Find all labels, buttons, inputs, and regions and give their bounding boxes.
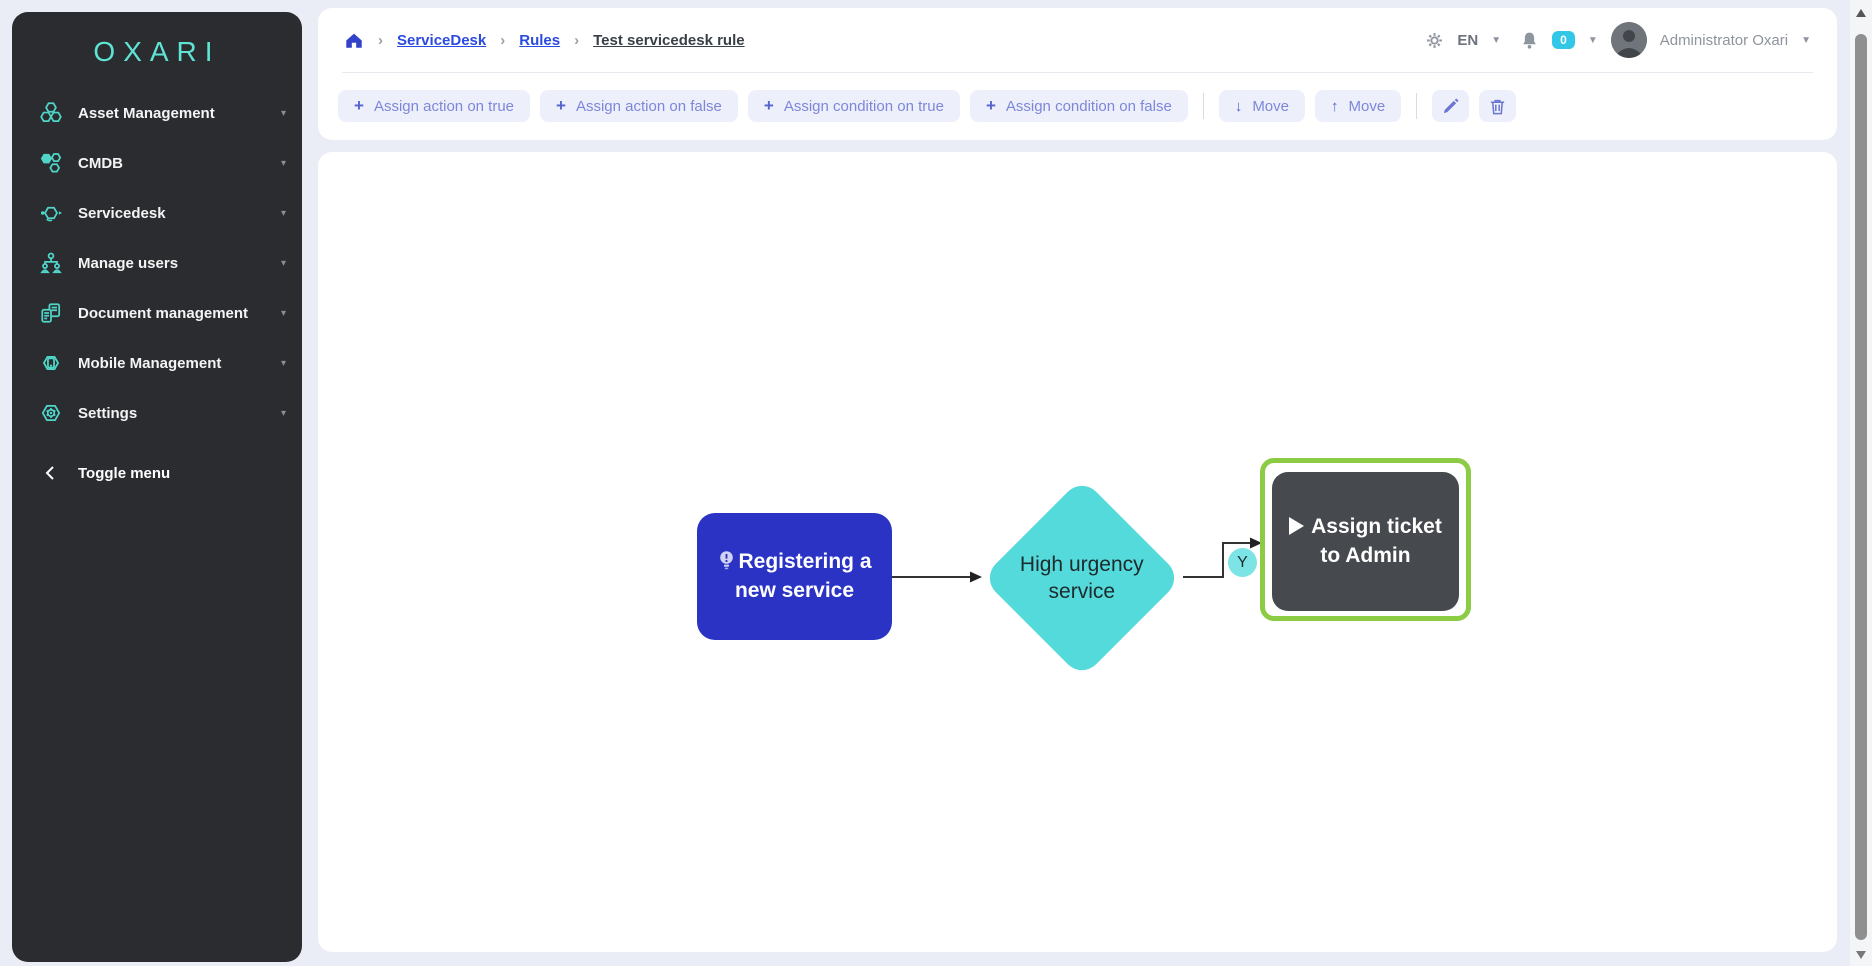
oxari-logo: OXARI	[93, 36, 220, 68]
toggle-menu-button[interactable]: Toggle menu	[12, 448, 302, 498]
bulb-icon	[717, 550, 736, 571]
chevron-down-icon[interactable]: ▼	[1491, 35, 1501, 46]
sidebar-item-document-management[interactable]: Document management ▾	[12, 288, 302, 338]
breadcrumb-current: Test servicedesk rule	[593, 32, 744, 49]
avatar[interactable]	[1611, 22, 1647, 58]
condition-node-label: High urgency service	[1011, 551, 1153, 606]
move-down-button[interactable]: ↓ Move	[1219, 90, 1305, 122]
chevron-down-icon[interactable]: ▼	[1588, 35, 1598, 46]
assign-action-on-false-button[interactable]: + Assign action on false	[540, 90, 738, 122]
home-icon[interactable]	[344, 30, 364, 50]
pencil-icon	[1442, 98, 1459, 115]
sidebar: OXARI Asset Management ▾ CMDB	[12, 12, 302, 962]
notification-count-badge: 0	[1552, 31, 1575, 49]
bell-icon[interactable]	[1520, 31, 1539, 50]
start-node-label: Registering a new service	[735, 550, 872, 601]
plus-icon: +	[556, 96, 566, 116]
chevron-left-icon	[38, 460, 64, 486]
mobile-management-icon	[38, 350, 64, 376]
language-selector[interactable]: EN	[1457, 32, 1478, 49]
chevron-down-icon: ▾	[281, 258, 286, 269]
branch-yes-label: Y	[1228, 548, 1257, 577]
scrollbar-thumb[interactable]	[1855, 34, 1867, 940]
chevron-down-icon[interactable]: ▼	[1801, 35, 1811, 46]
breadcrumb-separator: ›	[574, 32, 579, 49]
chevron-down-icon: ▾	[281, 408, 286, 419]
assign-action-on-true-button[interactable]: + Assign action on true	[338, 90, 530, 122]
chevron-down-icon: ▾	[281, 308, 286, 319]
sidebar-item-cmdb[interactable]: CMDB ▾	[12, 138, 302, 188]
chevron-down-icon: ▾	[281, 208, 286, 219]
sidebar-item-label: Document management	[78, 305, 248, 322]
sidebar-item-settings[interactable]: Settings ▾	[12, 388, 302, 438]
chevron-down-icon: ▾	[281, 358, 286, 369]
toolbar-separator	[1203, 93, 1204, 119]
action-node-label: Assign ticket to Admin	[1311, 515, 1442, 566]
asset-management-icon	[38, 100, 64, 126]
sidebar-item-manage-users[interactable]: Manage users ▾	[12, 238, 302, 288]
vertical-scrollbar[interactable]	[1850, 0, 1872, 966]
sidebar-item-label: Asset Management	[78, 105, 215, 122]
breadcrumb-link-rules[interactable]: Rules	[519, 32, 560, 49]
breadcrumb-link-servicedesk[interactable]: ServiceDesk	[397, 32, 486, 49]
arrow-down-icon: ↓	[1235, 98, 1243, 115]
sidebar-item-label: Manage users	[78, 255, 178, 272]
sidebar-item-label: Servicedesk	[78, 205, 166, 222]
sidebar-item-label: CMDB	[78, 155, 123, 172]
rule-flow-canvas[interactable]: Registering a new service High urgency s…	[318, 152, 1837, 952]
user-name[interactable]: Administrator Oxari	[1660, 32, 1788, 49]
sidebar-item-label: Settings	[78, 405, 137, 422]
play-icon	[1289, 517, 1304, 535]
sidebar-menu: Asset Management ▾ CMDB ▾	[12, 88, 302, 498]
plus-icon: +	[986, 96, 996, 116]
scroll-up-arrow-icon[interactable]	[1856, 9, 1866, 17]
plus-icon: +	[354, 96, 364, 116]
start-node-registering-a-new-service[interactable]: Registering a new service	[697, 513, 892, 640]
edit-button[interactable]	[1432, 90, 1469, 122]
sidebar-item-mobile-management[interactable]: Mobile Management ▾	[12, 338, 302, 388]
header-controls: EN ▼ 0 ▼ Administrator Oxari ▼	[1425, 22, 1811, 58]
breadcrumb-separator: ›	[378, 32, 383, 49]
gear-icon[interactable]	[1425, 31, 1444, 50]
plus-icon: +	[764, 96, 774, 116]
action-node-assign-ticket-to-admin[interactable]: Assign ticket to Admin	[1272, 472, 1459, 611]
breadcrumb: › ServiceDesk › Rules › Test servicedesk…	[344, 30, 745, 50]
top-bar: › ServiceDesk › Rules › Test servicedesk…	[318, 8, 1837, 140]
arrow-up-icon: ↑	[1331, 98, 1339, 115]
assign-condition-on-false-button[interactable]: + Assign condition on false	[970, 90, 1188, 122]
chevron-down-icon: ▾	[281, 108, 286, 119]
servicedesk-icon	[38, 200, 64, 226]
logo: OXARI	[12, 12, 302, 84]
toggle-menu-label: Toggle menu	[78, 465, 170, 482]
settings-icon	[38, 400, 64, 426]
sidebar-item-label: Mobile Management	[78, 355, 221, 372]
delete-button[interactable]	[1479, 90, 1516, 122]
scroll-down-arrow-icon[interactable]	[1856, 951, 1866, 959]
document-management-icon	[38, 300, 64, 326]
manage-users-icon	[38, 250, 64, 276]
rule-toolbar: + Assign action on true + Assign action …	[318, 73, 1837, 139]
assign-condition-on-true-button[interactable]: + Assign condition on true	[748, 90, 960, 122]
trash-icon	[1489, 98, 1506, 115]
move-up-button[interactable]: ↑ Move	[1315, 90, 1401, 122]
cmdb-icon	[38, 150, 64, 176]
chevron-down-icon: ▾	[281, 158, 286, 169]
sidebar-item-servicedesk[interactable]: Servicedesk ▾	[12, 188, 302, 238]
breadcrumb-separator: ›	[500, 32, 505, 49]
sidebar-item-asset-management[interactable]: Asset Management ▾	[12, 88, 302, 138]
toolbar-separator	[1416, 93, 1417, 119]
